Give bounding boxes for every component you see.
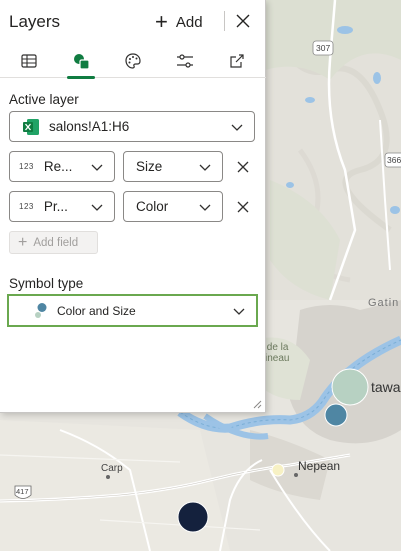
symbol-type-value: Color and Size bbox=[57, 303, 136, 318]
remove-field-icon[interactable] bbox=[235, 159, 251, 175]
panel-tabs bbox=[0, 44, 266, 79]
chevron-down-icon bbox=[199, 204, 211, 211]
resize-grip-icon[interactable] bbox=[252, 399, 262, 409]
plus-icon: + bbox=[18, 233, 28, 251]
chevron-down-icon bbox=[233, 308, 245, 315]
field-column-dropdown-1[interactable]: 123 Re... bbox=[9, 151, 115, 182]
field-role-dropdown-1[interactable]: Size bbox=[123, 151, 223, 182]
map-label-nepean: Nepean bbox=[298, 459, 341, 473]
add-field-button[interactable]: + Add field bbox=[9, 231, 98, 254]
map-label-carp: Carp bbox=[101, 463, 123, 474]
table-icon bbox=[21, 54, 37, 68]
share-icon bbox=[230, 54, 244, 68]
palette-icon bbox=[125, 53, 141, 69]
add-field-label: Add field bbox=[33, 236, 79, 249]
map-label-gatineau: Gatin bbox=[368, 297, 400, 309]
plus-icon: + bbox=[155, 9, 168, 34]
field-role-value-2: Color bbox=[136, 199, 169, 214]
shapes-icon bbox=[74, 54, 90, 70]
chevron-down-icon bbox=[199, 164, 211, 171]
field-role-value-1: Size bbox=[136, 159, 163, 174]
field-column-value-2: Pr... bbox=[43, 199, 68, 214]
excel-icon bbox=[23, 118, 39, 135]
active-layer-label: Active layer bbox=[9, 92, 79, 107]
map-label-ottawa: tawa bbox=[371, 379, 401, 395]
map-label-417: 417 bbox=[16, 487, 29, 496]
numeric-type-badge: 123 bbox=[19, 202, 34, 211]
tab-style[interactable] bbox=[107, 44, 159, 78]
symbol-type-label: Symbol type bbox=[9, 276, 84, 291]
numeric-type-badge: 123 bbox=[19, 162, 34, 171]
field-role-dropdown-2[interactable]: Color bbox=[123, 191, 223, 222]
active-layer-value: salons!A1:H6 bbox=[49, 119, 130, 134]
tab-share[interactable] bbox=[211, 44, 263, 78]
panel-title: Layers bbox=[9, 12, 61, 31]
header-divider bbox=[224, 11, 225, 31]
add-button[interactable]: + Add bbox=[155, 10, 203, 34]
chevron-down-icon bbox=[231, 124, 243, 131]
color-size-symbol-icon bbox=[35, 302, 47, 318]
symbol-type-dropdown[interactable]: Color and Size bbox=[7, 294, 258, 327]
map-label-gatineau-park-2: ineau bbox=[265, 353, 290, 364]
sliders-icon bbox=[177, 54, 193, 68]
tab-settings[interactable] bbox=[159, 44, 211, 78]
chevron-down-icon bbox=[91, 164, 103, 171]
chevron-down-icon bbox=[91, 204, 103, 211]
map-label-366: 366 bbox=[387, 155, 401, 165]
map-label-307: 307 bbox=[316, 43, 331, 53]
panel-header: Layers + Add bbox=[0, 0, 266, 44]
remove-field-icon[interactable] bbox=[235, 199, 251, 215]
tab-shapes[interactable] bbox=[55, 44, 107, 79]
field-column-value-1: Re... bbox=[43, 159, 73, 174]
layers-panel: Layers + Add Active layer salons!A1:H6 1… bbox=[0, 0, 266, 413]
add-button-label: Add bbox=[175, 13, 203, 31]
field-column-dropdown-2[interactable]: 123 Pr... bbox=[9, 191, 115, 222]
close-icon[interactable] bbox=[233, 11, 253, 31]
tab-table[interactable] bbox=[3, 44, 55, 78]
active-layer-dropdown[interactable]: salons!A1:H6 bbox=[9, 111, 255, 142]
